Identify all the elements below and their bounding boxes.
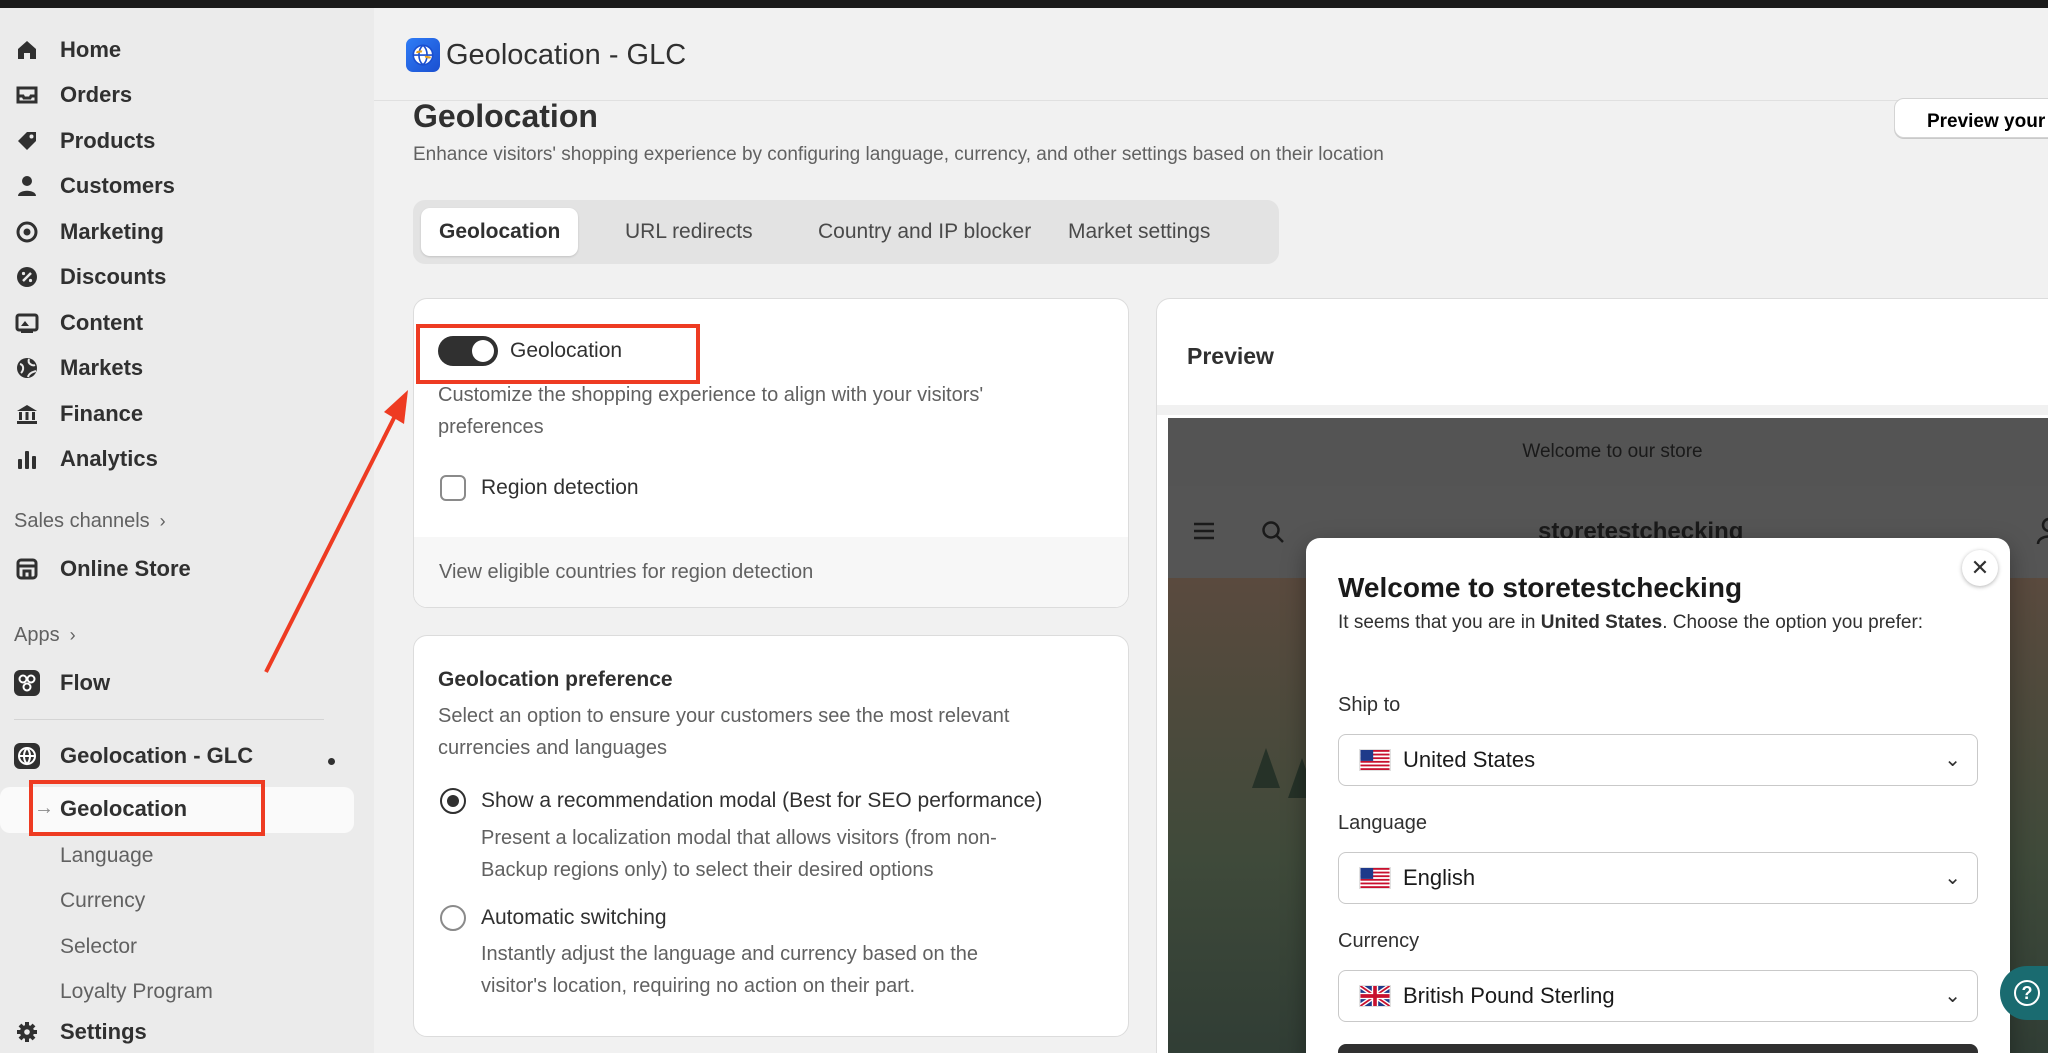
- annotation-arrow: [264, 390, 408, 673]
